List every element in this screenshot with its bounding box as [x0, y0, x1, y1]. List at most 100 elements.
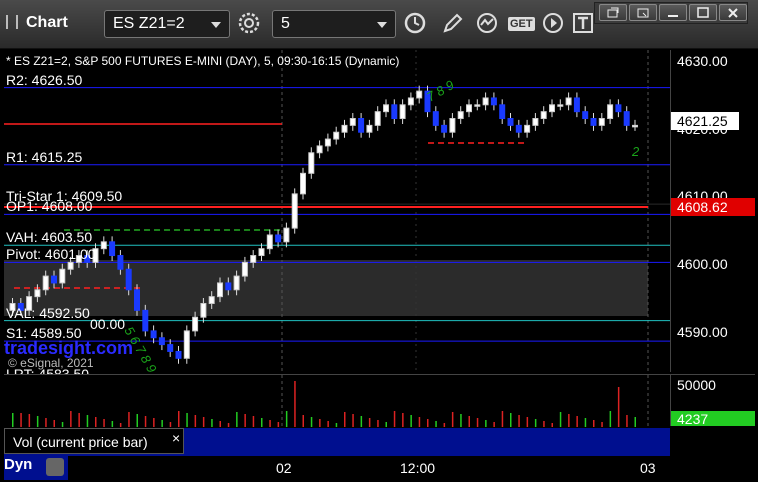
symbol-value: ES Z21=2	[113, 15, 185, 32]
dynamic-mode-label[interactable]: Dyn	[4, 456, 32, 473]
candle	[158, 337, 165, 346]
close-icon[interactable]	[719, 4, 747, 21]
candle	[100, 241, 107, 250]
candle	[275, 234, 282, 243]
time-axis[interactable]	[68, 456, 670, 480]
text-icon[interactable]	[570, 11, 596, 37]
candle	[499, 104, 506, 120]
volume-bar	[360, 416, 363, 427]
volume-bar	[136, 414, 138, 427]
candle	[383, 104, 389, 113]
candle	[208, 296, 215, 304]
volume-bar	[468, 416, 470, 427]
volume-study-label[interactable]: Vol (current price bar)	[4, 428, 184, 454]
candle	[34, 289, 41, 298]
price-chart[interactable]: 7 8 9 2 5 6 7 8 9 * ES Z21=2, S&P 500 FU…	[4, 50, 670, 383]
last-price-badge: 4621.25	[671, 112, 739, 130]
volume-bar	[161, 420, 163, 427]
candle	[333, 131, 340, 140]
level-label: OP1: 4608.00	[6, 198, 93, 215]
volume-bar	[20, 413, 22, 427]
candle	[316, 145, 323, 154]
candle	[192, 316, 199, 332]
play-icon[interactable]	[540, 11, 566, 37]
volume-bar	[493, 422, 495, 427]
volume-bar	[169, 422, 172, 427]
candle	[449, 118, 456, 133]
candle	[109, 241, 116, 257]
volume-bar	[518, 415, 520, 427]
time-label: 12:00	[400, 460, 436, 476]
candle	[407, 97, 414, 106]
volume-pane[interactable]	[4, 374, 670, 427]
volume-bar	[178, 411, 180, 427]
lock-icon[interactable]	[46, 458, 64, 476]
value-area-band	[4, 260, 648, 316]
candle	[51, 275, 57, 284]
candle	[532, 118, 539, 126]
volume-bar	[61, 422, 64, 427]
volume-tick: 50000	[677, 377, 716, 393]
volume-axis: 50000 4237	[670, 374, 755, 427]
candle	[200, 302, 207, 318]
candle	[615, 104, 622, 113]
volume-bar	[601, 422, 603, 427]
symbol-combo[interactable]: ES Z21=2	[104, 10, 230, 38]
volume-bar	[294, 381, 296, 427]
restore-icon[interactable]	[629, 4, 657, 21]
volume-bar	[202, 417, 205, 427]
candle	[441, 124, 448, 133]
pencil-icon[interactable]	[440, 11, 466, 37]
volume-bar	[310, 417, 313, 427]
volume-bar	[12, 413, 14, 427]
volume-bar	[368, 418, 371, 427]
sequence-marker: 7 8 9	[424, 77, 457, 104]
volume-bar	[111, 421, 114, 427]
candle	[590, 118, 597, 126]
candle	[308, 152, 315, 174]
chevron-down-icon	[211, 22, 221, 28]
volume-bar	[584, 418, 587, 427]
volume-bar	[534, 419, 537, 427]
pin-icon[interactable]	[599, 4, 627, 21]
candle	[59, 268, 66, 284]
volume-bar	[269, 420, 271, 427]
time-label: 02	[276, 460, 292, 476]
volume-bar	[70, 411, 72, 427]
grip-icon	[6, 15, 18, 29]
candle	[474, 104, 481, 107]
candle	[598, 118, 605, 126]
candle	[524, 124, 531, 133]
volume-bar	[119, 423, 122, 427]
volume-bar	[344, 412, 346, 427]
candle	[183, 330, 190, 359]
volume-bar	[95, 417, 97, 427]
get-icon[interactable]: GET	[508, 11, 535, 37]
volume-bar	[45, 418, 47, 427]
price-axis[interactable]: 4630.00 4620.00 4610.00 4600.00 4590.00 …	[670, 50, 755, 372]
candle	[291, 193, 298, 229]
interval-combo[interactable]: 5	[272, 10, 396, 38]
volume-bar	[543, 421, 545, 427]
close-study-icon[interactable]: ×	[172, 430, 180, 446]
volume-bar	[451, 412, 454, 427]
candle	[466, 104, 472, 113]
candle	[632, 124, 638, 128]
candle	[457, 111, 464, 120]
volume-bar	[194, 415, 197, 427]
volume-bar	[551, 423, 553, 427]
candle	[134, 289, 140, 311]
settings-gear-icon[interactable]	[236, 11, 262, 37]
study-icon[interactable]	[474, 11, 500, 37]
minimize-icon[interactable]	[659, 4, 687, 21]
candle	[258, 248, 265, 257]
volume-bar	[626, 415, 628, 427]
volume-bar	[327, 421, 329, 427]
last-volume-badge: 4237	[671, 411, 755, 427]
clock-icon[interactable]	[402, 11, 428, 37]
window-title[interactable]: Chart	[6, 14, 68, 32]
maximize-icon[interactable]	[689, 4, 717, 21]
volume-bar	[103, 419, 105, 427]
volume-bar	[277, 422, 280, 427]
volume-bar	[593, 420, 595, 427]
